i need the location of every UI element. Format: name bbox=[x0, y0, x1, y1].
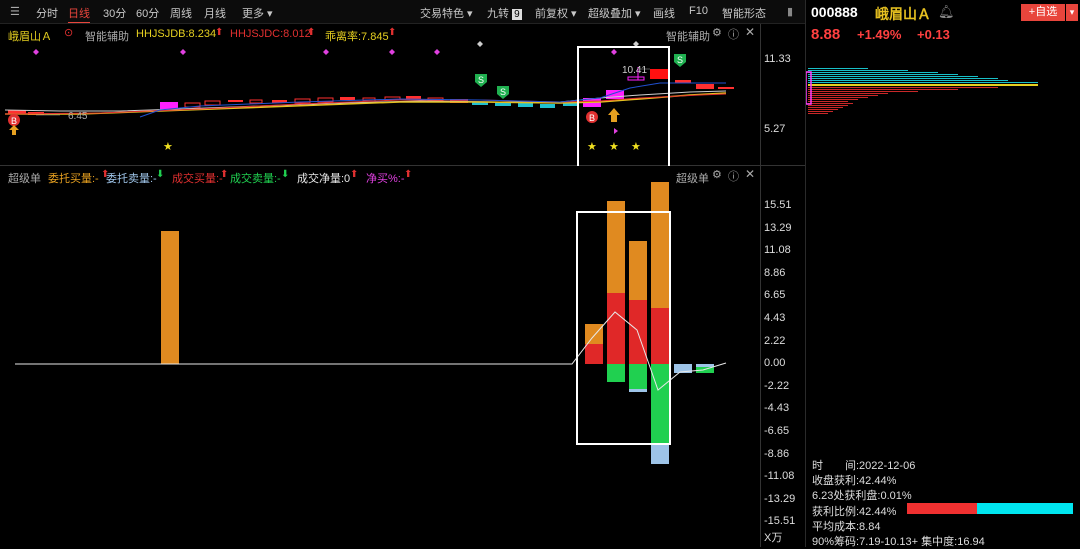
star-icon: ★ bbox=[163, 141, 173, 153]
volume-chart[interactable] bbox=[0, 166, 760, 547]
close-icon[interactable]: ✕ bbox=[745, 25, 755, 39]
price-axis-label: 11.33 bbox=[764, 53, 791, 65]
fuquan-menu[interactable]: 前复权 ▾ bbox=[535, 5, 577, 21]
chip-distribution-chart bbox=[806, 68, 1038, 114]
up-arrow-icon: ⬆ bbox=[388, 27, 397, 38]
indicator-hhjsjdb: HHJSJDB:8.234 bbox=[136, 28, 217, 40]
smart-pattern-button[interactable]: 智能形态 bbox=[722, 5, 766, 21]
stat-time: 时 间:2022-12-06 bbox=[812, 460, 916, 472]
stock-code: 000888 bbox=[811, 4, 858, 20]
svg-text:B: B bbox=[11, 116, 17, 126]
tab-30min[interactable]: 30分 bbox=[103, 5, 126, 21]
volume-bar bbox=[161, 231, 179, 364]
volume-axis-label: 4.43 bbox=[764, 312, 786, 324]
change-value: +0.13 bbox=[917, 27, 950, 42]
up-arrow-icon: ⬆ bbox=[307, 27, 316, 38]
diamond-marker bbox=[33, 49, 39, 55]
tab-fenshi[interactable]: 分时 bbox=[36, 5, 58, 21]
stat-profit: 收盘获利:42.44% bbox=[812, 475, 897, 487]
axis-divider bbox=[760, 24, 761, 547]
tab-weekly[interactable]: 周线 bbox=[170, 5, 192, 21]
unit-label: X万 bbox=[764, 532, 783, 544]
draw-line-button[interactable]: 画线 bbox=[653, 5, 675, 21]
diamond-marker bbox=[389, 49, 395, 55]
svg-text:S: S bbox=[500, 87, 506, 97]
up-arrow-icon bbox=[9, 125, 19, 135]
trade-feature-menu[interactable]: 交易特色 ▾ bbox=[420, 5, 473, 21]
volume-axis-label: 13.29 bbox=[764, 221, 792, 234]
volume-axis-label: -2.22 bbox=[764, 379, 790, 392]
add-watchlist-button[interactable]: +自选 bbox=[1021, 4, 1065, 21]
sidebar-toggle-icon[interactable]: ☰ bbox=[10, 5, 20, 18]
tab-rixian[interactable]: 日线 bbox=[68, 5, 90, 23]
volume-axis-label: -6.65 bbox=[764, 425, 790, 437]
diamond-marker bbox=[180, 49, 186, 55]
f10-button[interactable]: F10 bbox=[689, 5, 708, 17]
stat-profit-at: 6.23处获利盘:0.01% bbox=[812, 490, 912, 502]
low-price-label: 6.45 bbox=[68, 111, 88, 122]
volume-axis-label: -13.29 bbox=[764, 492, 796, 505]
tab-monthly[interactable]: 月线 bbox=[204, 5, 226, 21]
collapse-icon[interactable]: ▮ bbox=[787, 5, 793, 18]
svg-text:S: S bbox=[478, 75, 484, 85]
assist-dropdown-icon[interactable]: ⊙ bbox=[64, 26, 73, 39]
volume-axis-label: -8.86 bbox=[764, 447, 790, 460]
profit-ratio-bar bbox=[907, 503, 1073, 514]
highlight-box bbox=[577, 46, 670, 166]
stat-avg-cost: 平均成本:8.84 bbox=[812, 521, 881, 533]
chart-toolbar: ☰ 分时 日线 30分 60分 周线 月线 更多 ▾ 交易特色 ▾ 九转 9 前… bbox=[0, 0, 805, 24]
volume-bar bbox=[607, 201, 625, 382]
bell-icon[interactable]: 🔔︎ bbox=[938, 4, 955, 20]
stock-name: 峨眉山Ａ bbox=[875, 6, 931, 22]
volume-axis-label: 11.08 bbox=[764, 244, 791, 257]
watchlist-dropdown-icon[interactable]: ▾ bbox=[1066, 4, 1078, 21]
diamond-marker bbox=[477, 41, 483, 47]
volume-axis-label: -4.43 bbox=[764, 402, 790, 415]
volume-bar bbox=[651, 182, 669, 464]
settings-icon[interactable]: ⚙ bbox=[712, 26, 722, 39]
volume-axis-label: 15.51 bbox=[764, 199, 792, 211]
diamond-marker bbox=[434, 49, 440, 55]
volume-axis-label: 8.86 bbox=[764, 266, 786, 279]
current-price: 8.88 bbox=[811, 26, 841, 43]
jiuzhuan-toggle[interactable]: 九转 9 bbox=[487, 5, 522, 21]
more-menu[interactable]: 更多 ▾ bbox=[242, 5, 273, 21]
stat-ratio: 获利比例:42.44% bbox=[812, 506, 897, 518]
change-pct: +1.49% bbox=[857, 27, 902, 42]
volume-bar bbox=[696, 364, 714, 373]
indicator-hhjsjdc: HHJSJDC:8.012 bbox=[230, 28, 311, 40]
volume-axis-label: 0.00 bbox=[764, 357, 786, 370]
price-axis-label: 5.27 bbox=[764, 123, 786, 135]
up-arrow-icon: ⬆ bbox=[215, 27, 224, 38]
volume-bar bbox=[629, 241, 647, 392]
volume-axis-label: -15.51 bbox=[764, 515, 796, 528]
volume-axis-label: 2.22 bbox=[764, 334, 786, 347]
volume-axis-label: -11.08 bbox=[764, 470, 795, 483]
diamond-marker bbox=[323, 49, 329, 55]
volume-axis-label: 6.65 bbox=[764, 289, 786, 302]
svg-text:S: S bbox=[677, 55, 683, 65]
tab-60min[interactable]: 60分 bbox=[136, 5, 159, 21]
overlay-menu[interactable]: 超级叠加 ▾ bbox=[588, 5, 641, 21]
